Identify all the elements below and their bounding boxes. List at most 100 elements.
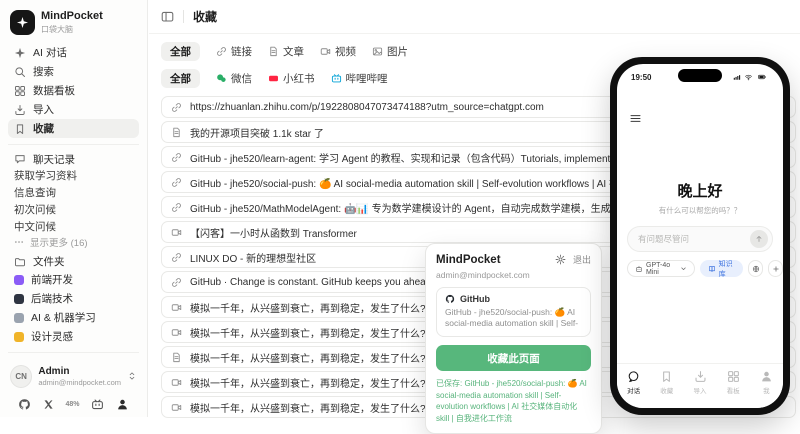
page-description: GitHub - jhe520/social-push: 🍊 AI social… [445,307,582,330]
add-chip[interactable] [768,260,783,277]
folder-list: 前端开发 后端技术 AI & 机器学习 设计灵感 [8,270,139,346]
kb-label: 知识库 [719,259,736,279]
phone-tab[interactable]: 对话 [617,370,650,408]
x-twitter-icon[interactable] [43,399,54,410]
model-label: GPT-4o Mini [646,262,677,276]
dynamic-island [678,69,722,82]
extension-popup: MindPocket 退出 admin@mindpocket.com GitHu… [425,243,602,434]
user-name: Admin [38,366,121,378]
tab-label: 视频 [335,44,356,59]
folder-item[interactable]: AI & 机器学习 [8,308,139,327]
item-title: 模拟一千年，从兴盛到衰亡，再到稳定，发生了什么? [190,300,426,315]
phone-tab-icon [694,370,707,383]
item-type-icon [171,177,182,188]
item-type-icon [171,352,182,363]
tab-label: 全部 [170,44,191,59]
phone-tab-label: 对话 [627,385,640,395]
phone-mockup: 19:50 晚上好 有什么可以帮您的吗？？ GPT-4o Mini [610,57,790,415]
item-type-icon [171,102,182,113]
globe-chip[interactable] [748,260,763,277]
knowledge-base-chip[interactable]: 知识库 [700,260,744,277]
show-more-button[interactable]: 显示更多 (16) [8,235,139,250]
item-type-icon [171,202,182,213]
type-filter-tab[interactable]: 链接 [216,44,252,59]
source-icon [268,73,279,84]
sidebar-section-chat-history[interactable]: 聊天记录 [8,151,139,167]
type-filter-tab[interactable]: 全部 [161,42,200,61]
type-filter-tab[interactable]: 图片 [372,44,408,59]
sidebar-nav-item[interactable]: 数据看板 [8,81,139,100]
sidebar-section-folders[interactable]: 文件夹 [8,254,139,270]
phone-tab-label: 看板 [727,385,740,395]
folder-item[interactable]: 设计灵感 [8,327,139,346]
person-icon[interactable] [116,398,129,411]
chat-history-item[interactable]: 获取学习资料 [8,167,139,184]
signal-icon [732,73,742,81]
tab-label: 链接 [231,44,252,59]
tab-label: 小红书 [283,71,315,86]
item-title: LINUX DO - 新的理想型社区 [190,250,316,265]
send-button[interactable] [750,230,768,248]
chat-history-item[interactable]: 中文问候 [8,218,139,235]
item-title: 模拟一千年，从兴盛到衰亡，再到稳定，发生了什么? [190,325,426,340]
github-icon [445,294,455,304]
save-page-button[interactable]: 收藏此页面 [436,345,591,371]
greeting-subtitle: 有什么可以帮您的吗？？ [617,205,783,216]
folder-item[interactable]: 前端开发 [8,270,139,289]
greeting-title: 晚上好 [617,180,783,201]
item-type-icon [171,252,182,263]
logout-button[interactable]: 退出 [573,253,591,266]
phone-tab[interactable]: 我 [750,370,783,408]
nav-icon [14,66,26,78]
type-filter-tab[interactable]: 文章 [268,44,304,59]
nav-icon [14,123,26,135]
nav-label: AI 对话 [33,45,67,60]
phone-tab-icon [727,370,740,383]
gear-icon[interactable] [555,254,566,265]
phone-tab[interactable]: 看板 [717,370,750,408]
source-filter-tab[interactable]: 全部 [161,69,200,88]
phone-tab[interactable]: 收藏 [650,370,683,408]
source-filter-tab[interactable]: 哔哩哔哩 [331,71,388,86]
chat-history-item[interactable]: 初次问候 [8,201,139,218]
sidebar: MindPocket 口袋大脑 AI 对话 搜索 数据看板 导入 [0,0,148,417]
folder-item[interactable]: 后端技术 [8,289,139,308]
phone-tab[interactable]: 导入 [683,370,716,408]
item-title: 【闪客】一小时从函数到 Transformer [190,225,357,240]
bilibili-icon[interactable] [91,398,104,411]
chat-history-item[interactable]: 信息查询 [8,184,139,201]
github-icon[interactable] [18,398,31,411]
menu-icon[interactable] [629,112,642,125]
phone-tab-icon [627,370,640,383]
model-selector-chip[interactable]: GPT-4o Mini [627,260,695,277]
chat-history-label: 中文问候 [14,219,56,234]
source-filter-tab[interactable]: 微信 [216,71,252,86]
item-type-icon [171,152,182,163]
divider [183,10,184,23]
sidebar-nav-item[interactable]: 导入 [8,100,139,119]
item-type-icon [171,127,182,138]
type-filter-tab[interactable]: 视频 [320,44,356,59]
item-type-icon [171,302,182,313]
battery-icon [755,73,769,81]
folder-color-icon [14,332,24,342]
folder-icon [14,256,26,268]
sidebar-toggle-icon[interactable] [161,10,174,23]
chat-input[interactable] [638,234,750,244]
sidebar-nav-item[interactable]: AI 对话 [8,43,139,62]
source-filter-tab[interactable]: 小红书 [268,71,315,86]
sidebar-nav-item[interactable]: 收藏 [8,119,139,138]
nav-label: 数据看板 [33,83,75,98]
user-menu[interactable]: CN Admin admin@mindpocket.com [8,359,139,394]
divider [8,352,139,353]
clock: 19:50 [631,73,651,82]
nav-icon [14,85,26,97]
sidebar-nav-item[interactable]: 搜索 [8,62,139,81]
tab-label: 哔哩哔哩 [346,71,388,86]
site-name: GitHub [460,294,490,304]
phone-tab-icon [760,370,773,383]
tab-label: 文章 [283,44,304,59]
phone-tab-icon [660,370,673,383]
globe-icon [752,265,760,273]
item-type-icon [171,402,182,413]
